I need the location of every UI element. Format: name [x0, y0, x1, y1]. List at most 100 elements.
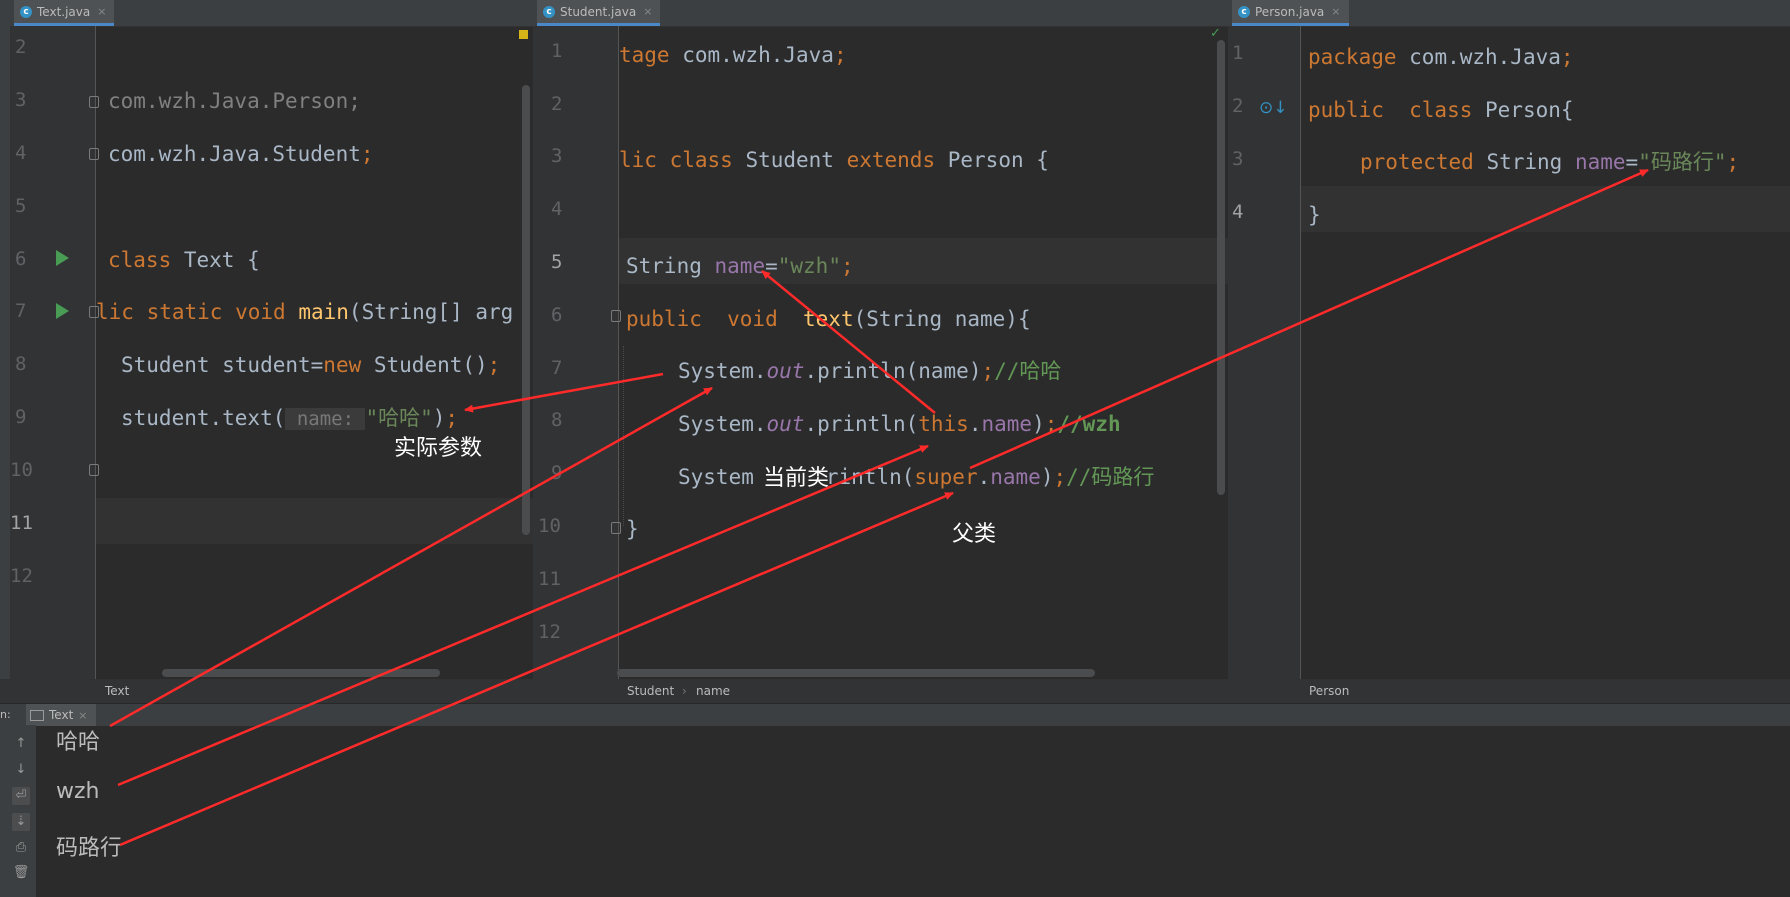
- close-icon[interactable]: ×: [78, 709, 87, 722]
- breadcrumb-student[interactable]: Student: [627, 679, 674, 703]
- line-number: 8: [551, 409, 563, 431]
- horizontal-scrollbar[interactable]: [162, 669, 440, 677]
- run-panel-header: n: Text ×: [0, 703, 1790, 726]
- line-number: 7: [15, 300, 27, 322]
- run-tab-label: Text: [49, 708, 74, 722]
- line-number: 5: [15, 195, 27, 217]
- code-line-10: }: [626, 517, 639, 541]
- breadcrumb-student-member[interactable]: name: [696, 679, 730, 703]
- line-number: 12: [10, 565, 33, 587]
- current-line-highlight: [1301, 186, 1790, 232]
- java-class-icon: c: [543, 5, 555, 18]
- code-line-6: class Text {: [108, 248, 260, 272]
- java-class-icon: c: [1238, 5, 1250, 18]
- line-number: 2: [551, 93, 563, 115]
- breadcrumb-text[interactable]: Text: [105, 679, 129, 703]
- soft-wrap-icon[interactable]: ⏎: [12, 787, 30, 805]
- line-number: 9: [551, 462, 563, 484]
- print-icon[interactable]: ⎙: [12, 839, 30, 857]
- student-code-area[interactable]: tage com.wzh.Java; lic class Student ext…: [619, 26, 1228, 679]
- line-number: 8: [15, 353, 27, 375]
- tab-student-java[interactable]: c Student.java ×: [537, 0, 661, 26]
- annotation-actual-param: 实际参数: [394, 436, 483, 461]
- person-tab-bar: c Person.java ×: [1228, 0, 1790, 27]
- person-editor-pane: c Person.java × 1 2 3 4 ⊙↓ package com.w…: [1228, 0, 1790, 679]
- code-line-4: }: [1308, 203, 1321, 227]
- line-number: 9: [15, 406, 27, 428]
- code-line-3: protected String name="码路行";: [1360, 150, 1740, 174]
- code-line-1: tage com.wzh.Java;: [619, 43, 847, 67]
- line-number: 3: [15, 89, 27, 111]
- line-number: 2: [15, 36, 27, 58]
- run-gutter-icon[interactable]: [56, 250, 69, 266]
- line-number-current: 11: [10, 512, 33, 534]
- line-number: 7: [551, 357, 563, 379]
- code-line-5: String name="wzh";: [626, 254, 854, 278]
- code-line-7: lic static void main(String[] arg: [96, 300, 514, 324]
- inheritance-marker-icon[interactable]: ⊙↓: [1259, 98, 1288, 118]
- person-code-area[interactable]: package com.wzh.Java; public class Perso…: [1301, 26, 1790, 679]
- console-icon: [30, 709, 44, 721]
- code-line-7: System.out.println(name);//哈哈: [678, 359, 1062, 383]
- code-line-6: public void text(String name){: [626, 307, 1031, 331]
- tab-text-java[interactable]: c Text.java ×: [14, 0, 115, 26]
- line-number: 3: [1232, 148, 1244, 170]
- run-gutter-icon[interactable]: [56, 303, 69, 319]
- student-gutter: 1 2 3 4 5 6 7 8 9 10 11 12: [533, 26, 621, 679]
- vertical-scrollbar[interactable]: [1217, 40, 1225, 495]
- close-icon[interactable]: ×: [1331, 5, 1340, 18]
- run-label: n:: [0, 708, 11, 721]
- arrow-down-icon[interactable]: ↓: [12, 761, 30, 779]
- text-editor-pane: c Text.java × 2 3 4 5 6 7 8 9 10 11 12 c…: [10, 0, 533, 679]
- run-tab-text[interactable]: Text ×: [26, 704, 96, 726]
- console-line: wzh: [56, 779, 100, 804]
- student-editor-pane: c Student.java × 1 2 3 4 5 6 7 8 9 10 11…: [533, 0, 1228, 679]
- line-number: 6: [15, 248, 27, 270]
- student-tab-bar: c Student.java ×: [533, 0, 1228, 27]
- parameter-hint: name:: [285, 408, 366, 430]
- line-number: 4: [551, 198, 563, 220]
- tab-label: Person.java: [1255, 4, 1325, 19]
- person-gutter: 1 2 3 4 ⊙↓: [1228, 26, 1301, 679]
- line-number: 3: [551, 145, 563, 167]
- marker-icon: [519, 30, 528, 39]
- current-line-highlight: [96, 498, 533, 544]
- line-number-current: 5: [551, 251, 563, 273]
- line-number: 6: [551, 304, 563, 326]
- code-line-8: Student student=new Student();: [121, 353, 501, 377]
- close-icon[interactable]: ×: [97, 5, 106, 18]
- line-number: 1: [551, 40, 563, 62]
- java-class-icon: c: [20, 5, 32, 18]
- line-number: 10: [10, 459, 33, 481]
- close-icon[interactable]: ×: [643, 5, 652, 18]
- horizontal-scrollbar[interactable]: [617, 669, 1095, 677]
- code-line-2: public class Person{: [1308, 98, 1574, 122]
- annotation-current-class: 当前类: [763, 466, 830, 491]
- chevron-right-icon: ›: [682, 684, 687, 698]
- arrow-up-icon[interactable]: ↑: [12, 735, 30, 753]
- code-line-4: com.wzh.Java.Student;: [108, 142, 374, 166]
- code-line-9: System rintln(super.name);//码路行: [678, 465, 1155, 489]
- breadcrumb-person[interactable]: Person: [1309, 679, 1349, 703]
- trash-icon[interactable]: 🗑: [12, 864, 30, 882]
- text-code-area[interactable]: com.wzh.Java.Person; com.wzh.Java.Studen…: [96, 26, 533, 679]
- line-number: 10: [538, 515, 561, 537]
- annotation-parent-class: 父类: [952, 522, 997, 547]
- line-number: 11: [538, 568, 561, 590]
- breadcrumb-bar: [0, 679, 1790, 704]
- analysis-ok-icon: ✓: [1210, 26, 1221, 41]
- tab-label: Text.java: [37, 4, 91, 19]
- code-line-8: System.out.println(this.name);//wzh: [678, 412, 1121, 436]
- line-number-current: 4: [1232, 201, 1244, 223]
- scroll-to-end-icon[interactable]: ⇣: [12, 813, 30, 831]
- run-toolbar: ↑ ↓ ⏎ ⇣ ⎙ 🗑: [0, 725, 36, 897]
- vertical-scrollbar[interactable]: [522, 85, 530, 535]
- indent-guide: [623, 346, 625, 526]
- line-number: 12: [538, 621, 561, 643]
- line-number: 4: [15, 142, 27, 164]
- console-line: 哈哈: [56, 730, 101, 755]
- tab-person-java[interactable]: c Person.java ×: [1232, 0, 1349, 26]
- line-number: 1: [1232, 42, 1244, 64]
- text-tab-bar: c Text.java ×: [10, 0, 533, 27]
- text-gutter: 2 3 4 5 6 7 8 9 10 11 12: [10, 26, 99, 679]
